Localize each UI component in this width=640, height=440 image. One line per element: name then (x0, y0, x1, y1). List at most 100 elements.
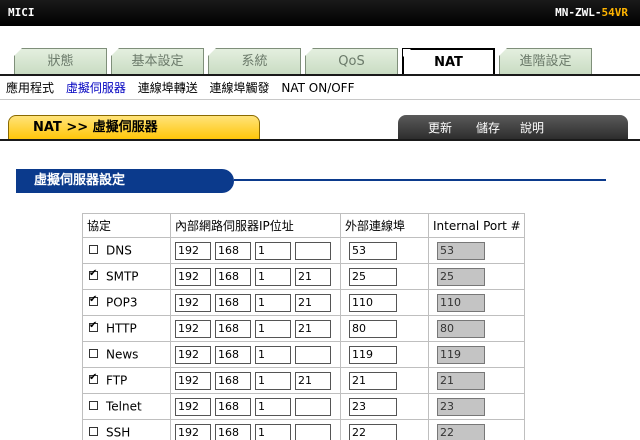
top-bar: MICI MN-ZWL-54VR (0, 0, 640, 26)
ip-octet-2-input[interactable]: 168 (215, 267, 251, 286)
ip-octet-3-input[interactable]: 1 (255, 371, 291, 390)
external-port-input[interactable]: 119 (349, 345, 397, 364)
help-button[interactable]: 說明 (520, 119, 544, 136)
ip-octet-4-input[interactable]: 21 (295, 319, 331, 338)
ip-cell: 192 168 1 (170, 237, 341, 264)
external-port-cell: 23 (340, 393, 429, 420)
table-row: SSH 192 168 1 22 22 (82, 419, 525, 440)
external-port-cell: 22 (340, 419, 429, 440)
external-port-cell: 21 (340, 367, 429, 394)
ip-octet-2-input[interactable]: 168 (215, 371, 251, 390)
subnav-nat-on-off[interactable]: NAT ON/OFF (281, 78, 354, 98)
ip-octet-4-input[interactable]: 21 (295, 267, 331, 286)
ip-octet-4-input[interactable]: 21 (295, 293, 331, 312)
breadcrumb-page: 虛擬伺服器 (92, 120, 158, 135)
tab-status[interactable]: 狀態 (14, 48, 107, 74)
ip-octet-3-input[interactable]: 1 (255, 423, 291, 440)
external-port-input[interactable]: 23 (349, 397, 397, 416)
breadcrumb: NAT >> 虛擬伺服器 (8, 115, 260, 141)
protocol-cell: Telnet (82, 393, 171, 420)
subnav-virtual-server[interactable]: 虛擬伺服器 (66, 78, 126, 98)
table-row: POP3 192168121 110 110 (82, 289, 525, 316)
protocol-name: SMTP (106, 269, 139, 284)
external-port-input[interactable]: 22 (349, 423, 397, 440)
enable-checkbox[interactable] (89, 372, 98, 385)
ip-octet-1-input[interactable]: 192 (175, 293, 211, 312)
ip-octet-4-input[interactable]: 21 (295, 371, 331, 390)
ip-octet-1-input[interactable]: 192 (175, 241, 211, 260)
ip-cell: 192 168 1 21 (170, 367, 341, 394)
table-row: SMTP 192168121 25 25 (82, 263, 525, 290)
ip-octet-3-input[interactable]: 1 (255, 293, 291, 312)
ip-octet-2-input[interactable]: 168 (215, 423, 251, 440)
internal-port-cell: 119 (428, 341, 525, 368)
tab-advanced-settings[interactable]: 進階設定 (499, 48, 592, 74)
ip-octet-3-input[interactable]: 1 (255, 267, 291, 286)
external-port-input[interactable]: 21 (349, 371, 397, 390)
ip-octet-1-input[interactable]: 192 (175, 397, 211, 416)
tab-label: 系統 (241, 54, 268, 69)
enable-checkbox[interactable] (89, 320, 98, 333)
tab-nat[interactable]: NAT (402, 48, 495, 75)
internal-port-cell: 80 (428, 315, 525, 342)
internal-port-cell: 23 (428, 393, 525, 420)
tab-basic-settings[interactable]: 基本設定 (111, 48, 204, 74)
enable-checkbox[interactable] (89, 349, 98, 359)
ip-octet-1-input[interactable]: 192 (175, 267, 211, 286)
external-port-input[interactable]: 80 (349, 319, 397, 338)
breadcrumb-root: NAT (33, 120, 62, 135)
tab-label: NAT (434, 55, 463, 70)
tab-system[interactable]: 系統 (208, 48, 301, 74)
subnav-applications[interactable]: 應用程式 (6, 78, 54, 98)
ip-octet-2-input[interactable]: 168 (215, 345, 251, 364)
internal-port-cell: 21 (428, 367, 525, 394)
subnav-port-forwarding[interactable]: 連線埠轉送 (138, 78, 198, 98)
ip-octet-3-input[interactable]: 1 (255, 397, 291, 416)
protocol-cell: HTTP (82, 315, 171, 342)
tab-label: QoS (338, 54, 365, 69)
ip-octet-4-input[interactable] (295, 241, 331, 260)
internal-port-cell: 22 (428, 419, 525, 440)
ip-octet-1-input[interactable]: 192 (175, 371, 211, 390)
external-port-cell: 53 (340, 237, 429, 264)
ip-octet-1-input[interactable]: 192 (175, 423, 211, 440)
ip-octet-1-input[interactable]: 192 (175, 345, 211, 364)
ip-octet-4-input[interactable] (295, 345, 331, 364)
ip-octet-2-input[interactable]: 168 (215, 319, 251, 338)
ip-octet-2-input[interactable]: 168 (215, 293, 251, 312)
ip-octet-2-input[interactable]: 168 (215, 241, 251, 260)
refresh-button[interactable]: 更新 (428, 119, 452, 136)
enable-checkbox[interactable] (89, 268, 98, 281)
ip-octet-3-input[interactable]: 1 (255, 319, 291, 338)
content-area: 虛擬伺服器設定 協定 內部網路伺服器IP位址 外部連線埠 Internal Po… (0, 141, 640, 440)
tab-qos[interactable]: QoS (305, 48, 398, 74)
external-port-input[interactable]: 53 (349, 241, 397, 260)
enable-checkbox[interactable] (89, 427, 98, 437)
ip-octet-3-input[interactable]: 1 (255, 241, 291, 260)
ip-octet-1-input[interactable]: 192 (175, 319, 211, 338)
external-port-cell: 110 (340, 289, 429, 316)
protocol-name: Telnet (106, 399, 142, 414)
internal-port-field: 53 (437, 241, 485, 260)
brand-logo: MICI (8, 6, 35, 19)
protocol-cell: FTP (82, 367, 171, 394)
external-port-input[interactable]: 110 (349, 293, 397, 312)
ip-octet-2-input[interactable]: 168 (215, 397, 251, 416)
protocol-cell: SMTP (82, 263, 171, 290)
col-external-port: 外部連線埠 (340, 213, 429, 238)
enable-checkbox[interactable] (89, 245, 98, 255)
ip-octet-4-input[interactable] (295, 397, 331, 416)
external-port-cell: 25 (340, 263, 429, 290)
ip-octet-4-input[interactable] (295, 423, 331, 440)
protocol-name: HTTP (106, 321, 137, 336)
ip-octet-3-input[interactable]: 1 (255, 345, 291, 364)
subnav-port-triggering[interactable]: 連線埠觸發 (210, 78, 270, 98)
save-button[interactable]: 儲存 (476, 119, 500, 136)
protocol-name: SSH (106, 425, 131, 440)
protocol-cell: News (82, 341, 171, 368)
enable-checkbox[interactable] (89, 401, 98, 411)
external-port-input[interactable]: 25 (349, 267, 397, 286)
external-port-cell: 119 (340, 341, 429, 368)
table-row: Telnet 192 168 1 23 23 (82, 393, 525, 420)
enable-checkbox[interactable] (89, 294, 98, 307)
